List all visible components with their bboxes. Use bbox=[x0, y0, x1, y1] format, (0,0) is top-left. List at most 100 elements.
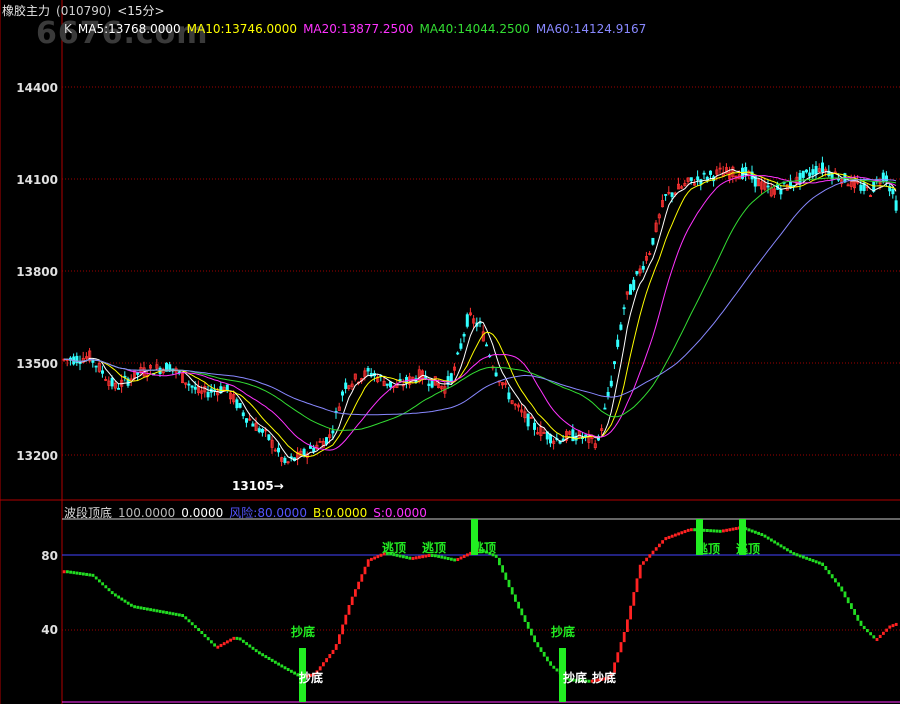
candle-body bbox=[312, 447, 316, 453]
oscillator-bar bbox=[763, 534, 767, 538]
oscillator-bar bbox=[530, 628, 533, 636]
oscillator-bar bbox=[859, 620, 863, 626]
signal-escape-top: 逃顶 bbox=[382, 541, 407, 555]
candle-body bbox=[101, 370, 105, 374]
oscillator-bar bbox=[814, 560, 818, 564]
oscillator-bar bbox=[651, 550, 655, 555]
oscillator-bar bbox=[891, 624, 895, 628]
candle-body bbox=[702, 172, 706, 175]
oscillator-bar bbox=[757, 531, 760, 535]
candle-body bbox=[533, 422, 537, 430]
candle-body bbox=[651, 237, 655, 245]
oscillator-bar bbox=[837, 582, 840, 587]
oscillator-bar bbox=[546, 656, 549, 662]
oscillator-bar bbox=[136, 605, 140, 609]
oscillator-bar bbox=[798, 554, 802, 558]
oscillator-bar bbox=[446, 557, 450, 561]
oscillator-bar bbox=[517, 601, 520, 609]
candle-body bbox=[859, 184, 863, 191]
oscillator-bar bbox=[229, 638, 232, 642]
candle-body bbox=[190, 385, 194, 388]
oscillator-bar bbox=[248, 644, 252, 648]
instrument-name: 橡胶主力 bbox=[2, 4, 51, 18]
oscillator-bar bbox=[258, 651, 261, 655]
oscillator-bar bbox=[734, 527, 738, 531]
oscillator-bar bbox=[414, 556, 418, 560]
oscillator-bar bbox=[443, 556, 447, 560]
oscillator-bar bbox=[894, 622, 898, 626]
oscillator-bar bbox=[270, 658, 274, 662]
chart-title: 橡胶主力 (010790) <15分> bbox=[2, 2, 171, 19]
oscillator-bar bbox=[405, 555, 408, 559]
oscillator-bar bbox=[245, 642, 248, 646]
candle-body bbox=[529, 416, 533, 419]
oscillator-bar bbox=[520, 608, 524, 616]
candle-body bbox=[632, 279, 636, 290]
oscillator-bar bbox=[110, 591, 114, 595]
signal-escape-top: 逃顶 bbox=[422, 541, 447, 555]
ma40-line bbox=[63, 177, 897, 431]
oscillator-bar bbox=[805, 556, 808, 560]
oscillator-bar bbox=[635, 578, 639, 593]
oscillator-bar bbox=[158, 609, 162, 613]
candle-body bbox=[709, 170, 713, 175]
oscillator-bar bbox=[866, 629, 869, 633]
oscillator-bar bbox=[66, 570, 69, 574]
oscillator-bar bbox=[664, 537, 668, 541]
legend-item: 100.0000 bbox=[118, 506, 176, 520]
legend-item: MA60:14124.9167 bbox=[535, 22, 647, 36]
oscillator-bar bbox=[328, 654, 332, 659]
oscillator-bar bbox=[850, 603, 853, 610]
candle-body bbox=[241, 412, 245, 417]
oscillator-bar bbox=[338, 634, 341, 645]
oscillator-bar bbox=[373, 556, 376, 560]
candle-body bbox=[805, 169, 809, 173]
oscillator-bar bbox=[830, 574, 834, 579]
min-price-label: 13105→ bbox=[232, 479, 284, 493]
oscillator-bar bbox=[360, 574, 364, 582]
candle-body bbox=[385, 383, 389, 386]
oscillator-bar bbox=[331, 649, 335, 655]
oscillator-bar bbox=[139, 606, 143, 610]
oscillator-bar bbox=[539, 647, 543, 652]
oscillator-bar bbox=[459, 556, 463, 560]
oscillator-bar bbox=[882, 631, 885, 635]
oscillator-bar bbox=[219, 643, 223, 647]
oscillator-bar bbox=[642, 561, 645, 565]
oscillator-bar bbox=[709, 529, 712, 533]
legend-item: MA10:13746.0000 bbox=[186, 22, 298, 36]
candle-body bbox=[584, 434, 588, 437]
oscillator-bar bbox=[197, 628, 200, 632]
ma60-line bbox=[63, 178, 897, 416]
oscillator-bar bbox=[123, 599, 127, 603]
oscillator-bar bbox=[347, 605, 351, 615]
candle-body bbox=[609, 380, 613, 387]
oscillator-bar bbox=[827, 570, 831, 575]
oscillator-bar bbox=[536, 642, 540, 648]
oscillator-bar bbox=[334, 644, 338, 650]
oscillator-bar bbox=[869, 632, 872, 636]
chart-canvas[interactable] bbox=[0, 0, 900, 704]
ma20-line bbox=[63, 174, 897, 451]
oscillator-bar bbox=[242, 639, 245, 643]
oscillator-bar bbox=[85, 572, 88, 576]
candle-body bbox=[251, 423, 255, 427]
oscillator-bar bbox=[322, 662, 325, 667]
signal-buy-bottom: 抄底 bbox=[592, 671, 617, 685]
candle-body bbox=[821, 162, 825, 173]
oscillator-bar bbox=[440, 555, 444, 559]
candle-body bbox=[94, 365, 98, 368]
oscillator-bar bbox=[510, 587, 514, 595]
oscillator-bar bbox=[821, 562, 824, 566]
oscillator-bar bbox=[261, 653, 264, 657]
oscillator-bar bbox=[277, 662, 280, 666]
oscillator-bar bbox=[622, 631, 626, 643]
candle-body bbox=[891, 189, 895, 195]
oscillator-bar bbox=[344, 614, 348, 625]
indicator-legend: 波段顶底 100.0000 0.0000 风险:80.0000 B:0.0000 S:0.… bbox=[64, 504, 433, 521]
candle-body bbox=[619, 324, 623, 330]
oscillator-bar bbox=[171, 612, 175, 616]
candle-body bbox=[238, 402, 242, 408]
oscillator-bar bbox=[754, 530, 757, 534]
legend-item: S:0.0000 bbox=[373, 506, 427, 520]
